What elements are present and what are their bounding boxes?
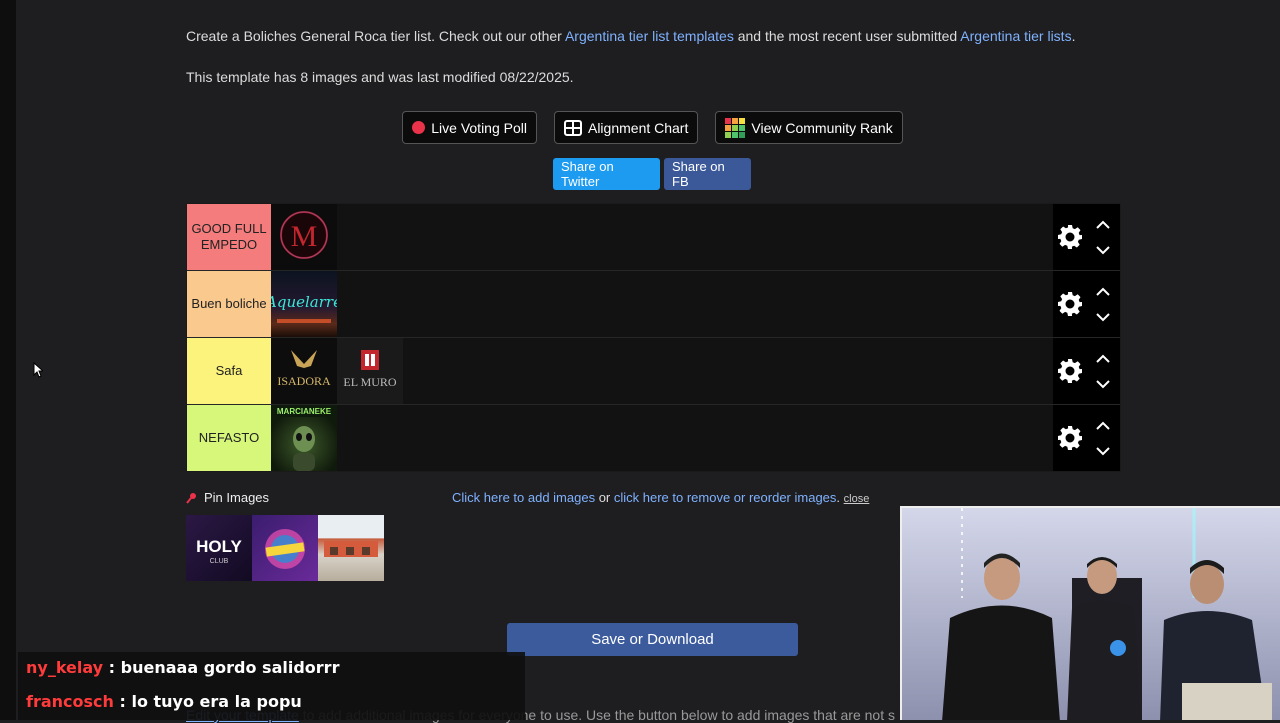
jagger-image bbox=[265, 529, 305, 569]
tier-items: ISADORA EL MURO bbox=[271, 338, 1053, 404]
left-sidebar bbox=[0, 0, 16, 720]
svg-text:M: M bbox=[291, 220, 318, 253]
svg-text:ISADORA: ISADORA bbox=[277, 374, 331, 388]
tier-item-image[interactable]: Aquelarre bbox=[271, 271, 337, 337]
chevron-down-icon[interactable] bbox=[1095, 312, 1111, 322]
remove-reorder-link[interactable]: click here to remove or reorder images bbox=[614, 490, 837, 505]
add-images-link[interactable]: Click here to add images bbox=[452, 490, 595, 505]
gear-icon[interactable] bbox=[1057, 224, 1083, 250]
alignment-chart-button[interactable]: Alignment Chart bbox=[553, 111, 699, 144]
isadora-logo-image: ISADORA bbox=[277, 350, 331, 388]
close-link[interactable]: close bbox=[844, 493, 870, 505]
dot-text: . bbox=[836, 490, 844, 505]
record-dot-icon bbox=[412, 121, 426, 134]
pin-images-label: Pin Images bbox=[204, 490, 270, 505]
pool-image[interactable] bbox=[318, 515, 384, 581]
chevron-up-icon[interactable] bbox=[1095, 287, 1111, 297]
share-fb-button[interactable]: Share on FB bbox=[664, 158, 751, 190]
template-meta: This template has 8 images and was last … bbox=[186, 69, 574, 85]
intro-middle: and the most recent user submitted bbox=[733, 28, 961, 44]
chat-username: ny_kelay bbox=[26, 658, 104, 677]
view-community-rank-button[interactable]: View Community Rank bbox=[715, 111, 903, 144]
tier-controls bbox=[1053, 405, 1120, 471]
live-voting-poll-button[interactable]: Live Voting Poll bbox=[402, 111, 537, 144]
svg-text:EL MURO: EL MURO bbox=[343, 375, 397, 389]
mouse-cursor-icon bbox=[33, 362, 43, 378]
building-image bbox=[324, 541, 378, 557]
view-community-rank-label: View Community Rank bbox=[751, 119, 893, 136]
pushpin-icon bbox=[186, 492, 196, 504]
tier-label[interactable]: Buen boliche bbox=[187, 271, 271, 337]
svg-text:HOLY: HOLY bbox=[196, 537, 242, 556]
tier-controls bbox=[1053, 204, 1120, 270]
chevron-up-icon[interactable] bbox=[1095, 220, 1111, 230]
tool-buttons: Live Voting Poll Alignment Chart View Co… bbox=[0, 111, 1280, 144]
tier-items: MARCIANEKE bbox=[271, 405, 1053, 471]
tier-row: Buen boliche Aquelarre bbox=[187, 271, 1120, 338]
tier-items: M bbox=[271, 204, 1053, 270]
chat-username: francosch bbox=[26, 692, 114, 711]
webcam-overlay bbox=[900, 506, 1280, 720]
live-voting-poll-label: Live Voting Poll bbox=[431, 119, 527, 136]
svg-text:CLUB: CLUB bbox=[210, 558, 229, 565]
tier-label[interactable]: NEFASTO bbox=[187, 405, 271, 471]
webcam-people-image bbox=[902, 508, 1280, 720]
tier-label[interactable]: GOOD FULL EMPEDO bbox=[187, 204, 271, 270]
argentina-tier-lists-link[interactable]: Argentina tier lists bbox=[960, 28, 1071, 44]
tier-controls bbox=[1053, 338, 1120, 404]
chat-text: : lo tuyo era la popu bbox=[113, 692, 302, 711]
or-text: or bbox=[595, 490, 614, 505]
stream-chat-overlay: ny_kelay : buenaaa gordo salidorrr franc… bbox=[18, 652, 525, 720]
share-twitter-button[interactable]: Share on Twitter bbox=[553, 158, 660, 190]
argentina-templates-link[interactable]: Argentina tier list templates bbox=[565, 28, 734, 44]
gear-icon[interactable] bbox=[1057, 358, 1083, 384]
add-remove-images: Click here to add images or click here t… bbox=[452, 490, 869, 505]
intro-text: Create a Boliches General Roca tier list… bbox=[186, 28, 1075, 44]
marcianeke-logo-image: MARCIANEKE bbox=[271, 405, 337, 471]
tier-item-image[interactable]: EL MURO bbox=[337, 338, 403, 404]
tier-label[interactable]: Safa bbox=[187, 338, 271, 404]
chevron-down-icon[interactable] bbox=[1095, 379, 1111, 389]
chevron-down-icon[interactable] bbox=[1095, 446, 1111, 456]
chevron-up-icon[interactable] bbox=[1095, 354, 1111, 364]
save-download-button[interactable]: Save or Download bbox=[507, 623, 798, 656]
holy-club-image: HOLY CLUB bbox=[196, 537, 242, 565]
chevron-down-icon[interactable] bbox=[1095, 245, 1111, 255]
tier-controls bbox=[1053, 271, 1120, 337]
gear-icon[interactable] bbox=[1057, 425, 1083, 451]
tier-row: NEFASTO MARCIANEKE bbox=[187, 405, 1120, 471]
chevron-up-icon[interactable] bbox=[1095, 421, 1111, 431]
tier-item-image[interactable]: ISADORA bbox=[271, 338, 337, 404]
gear-icon[interactable] bbox=[1057, 291, 1083, 317]
intro-prefix: Create a Boliches General Roca tier list… bbox=[186, 28, 565, 44]
pin-images-toggle[interactable]: Pin Images bbox=[186, 490, 269, 505]
alignment-chart-label: Alignment Chart bbox=[587, 119, 689, 136]
tier-item-image[interactable]: M bbox=[271, 204, 337, 270]
tier-item-image[interactable]: MARCIANEKE bbox=[271, 405, 337, 471]
tier-list: GOOD FULL EMPEDO M Buen boliche Aquelarr… bbox=[186, 203, 1121, 472]
svg-text:MARCIANEKE: MARCIANEKE bbox=[277, 407, 332, 416]
aquelarre-logo-image: Aquelarre bbox=[271, 293, 337, 323]
tier-row: Safa ISADORA EL MURO bbox=[187, 338, 1120, 405]
chat-message: ny_kelay : buenaaa gordo salidorrr bbox=[26, 658, 339, 677]
m-logo-image: M bbox=[280, 211, 328, 259]
pool-image[interactable] bbox=[252, 515, 318, 581]
pool-image[interactable]: HOLY CLUB bbox=[186, 515, 252, 581]
svg-text:Aquelarre: Aquelarre bbox=[271, 293, 337, 311]
tier-row: GOOD FULL EMPEDO M bbox=[187, 204, 1120, 271]
intro-suffix: . bbox=[1071, 28, 1076, 44]
share-buttons: Share on Twitter Share on FB bbox=[553, 158, 751, 190]
el-muro-logo-image: EL MURO bbox=[343, 350, 397, 389]
chat-text: : buenaaa gordo salidorrr bbox=[103, 658, 340, 677]
chat-message: francosch : lo tuyo era la popu bbox=[26, 692, 302, 711]
tier-items: Aquelarre bbox=[271, 271, 1053, 337]
image-pool: HOLY CLUB bbox=[186, 515, 384, 581]
color-grid-icon bbox=[725, 117, 746, 138]
grid-icon bbox=[563, 119, 582, 136]
